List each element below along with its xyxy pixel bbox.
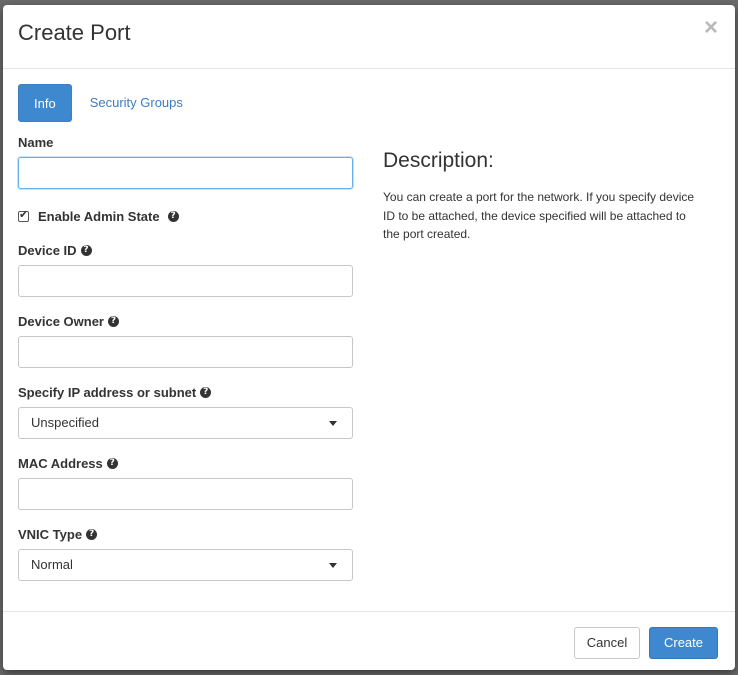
description-heading: Description: (383, 149, 494, 172)
device-owner-input[interactable] (18, 336, 353, 368)
vnic-type-label-text: VNIC Type (18, 526, 83, 542)
vnic-type-selected-value: Normal (31, 557, 73, 572)
description-text: You can create a port for the network. I… (383, 190, 695, 241)
dialog-footer: Cancel Create (3, 611, 735, 671)
caret-down-icon (329, 563, 337, 568)
vnic-type-label: VNIC Type ? (18, 525, 353, 543)
device-id-label-text: Device ID (18, 242, 77, 258)
question-circle-icon[interactable]: ? (80, 244, 92, 256)
create-port-dialog: Create Port × Info Security Groups Name ✔… (3, 5, 735, 670)
dialog-title: Create Port (18, 20, 131, 45)
device-id-label: Device ID ? (18, 241, 353, 259)
device-owner-label-text: Device Owner (18, 313, 104, 329)
mac-address-input[interactable] (18, 478, 353, 510)
cancel-button[interactable]: Cancel (574, 627, 640, 659)
question-circle-icon[interactable]: ? (106, 457, 118, 469)
check-icon: ✔ (19, 207, 29, 221)
device-owner-label: Device Owner ? (18, 312, 353, 330)
admin-state-row: ✔ Enable Admin State ? (18, 207, 353, 225)
question-circle-icon[interactable]: ? (167, 210, 179, 222)
device-id-input[interactable] (18, 265, 353, 297)
port-form: Name ✔ Enable Admin State ? Device ID ? … (18, 133, 353, 581)
question-circle-icon[interactable]: ? (200, 386, 212, 398)
create-button[interactable]: Create (649, 627, 718, 659)
name-label-text: Name (18, 134, 54, 150)
name-label: Name (18, 133, 353, 151)
vnic-type-select[interactable]: Normal (18, 549, 353, 581)
close-icon[interactable]: × (704, 16, 718, 40)
ip-subnet-label-text: Specify IP address or subnet (18, 384, 197, 400)
caret-down-icon (329, 421, 337, 426)
name-input[interactable] (18, 157, 353, 189)
ip-subnet-label: Specify IP address or subnet ? (18, 383, 353, 401)
tab-bar: Info Security Groups (18, 84, 198, 122)
ip-subnet-selected-value: Unspecified (31, 415, 99, 430)
description-panel: Description: You can create a port for t… (383, 149, 703, 244)
admin-state-label: Enable Admin State (38, 208, 160, 224)
admin-state-checkbox[interactable]: ✔ (18, 207, 29, 222)
question-circle-icon[interactable]: ? (86, 528, 98, 540)
tab-security-groups[interactable]: Security Groups (75, 84, 198, 122)
mac-address-label-text: MAC Address (18, 455, 103, 471)
dialog-header: Create Port × (3, 5, 735, 69)
ip-subnet-select[interactable]: Unspecified (18, 407, 353, 439)
tab-info[interactable]: Info (18, 84, 72, 122)
question-circle-icon[interactable]: ? (108, 315, 119, 327)
mac-address-label: MAC Address ? (18, 454, 353, 472)
